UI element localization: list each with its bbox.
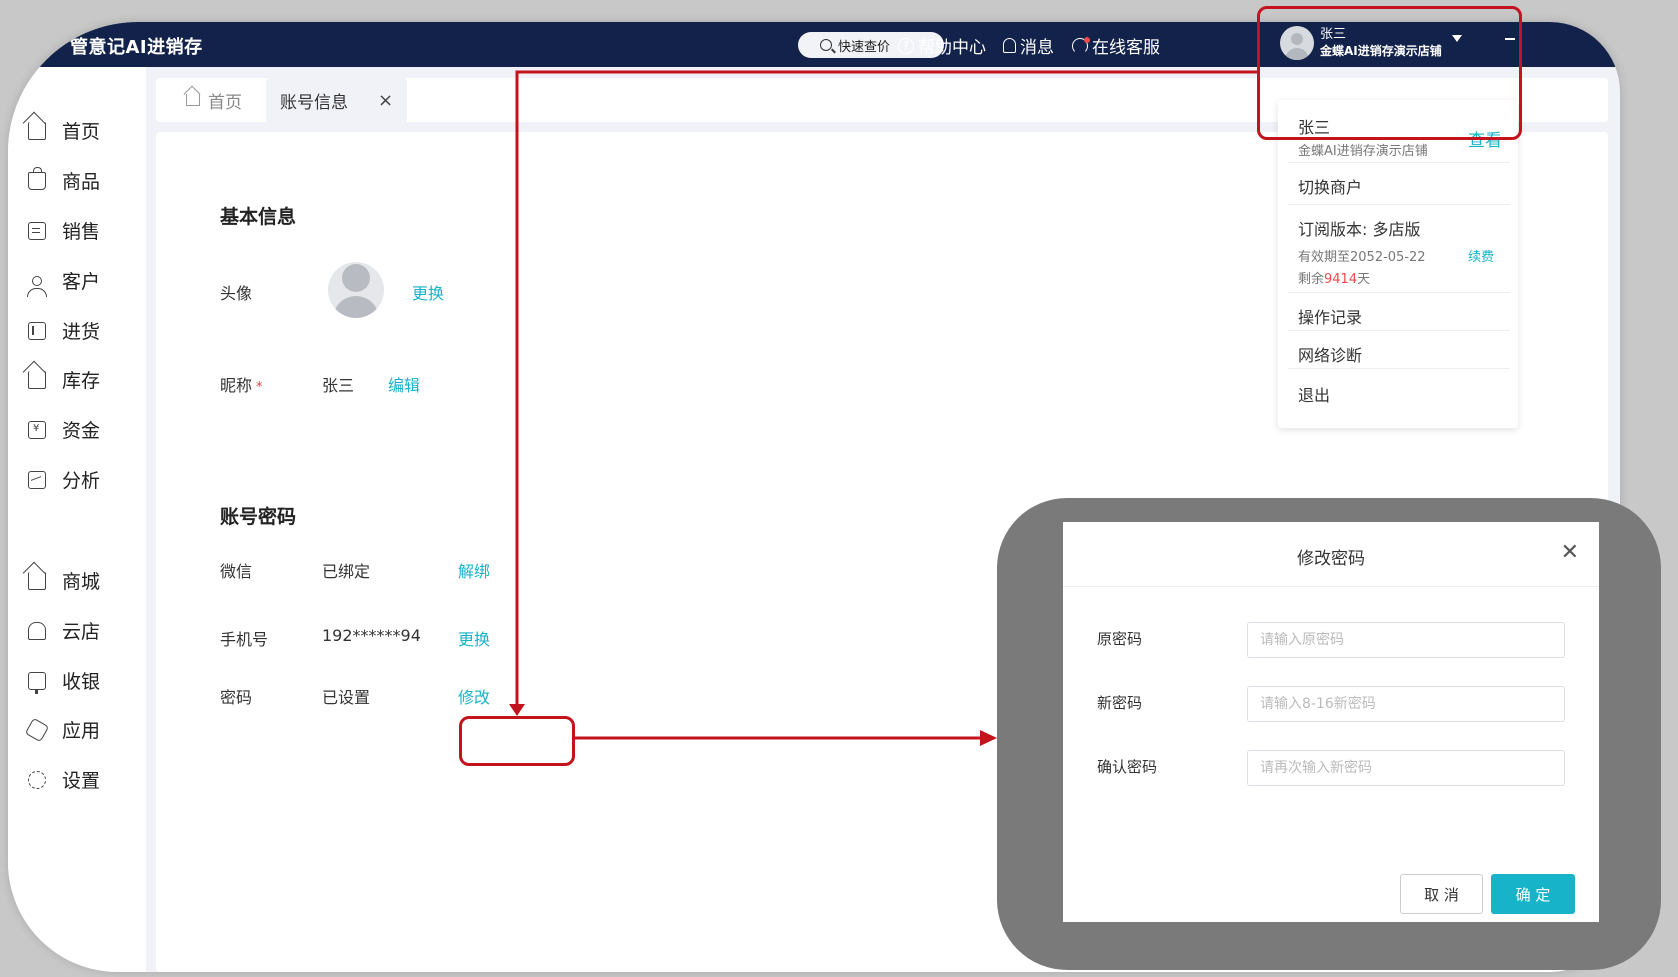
arrow-head-down — [509, 704, 525, 716]
annotation-arrows — [509, 70, 1257, 746]
arrow-head-right — [980, 730, 997, 746]
arrow-path-down — [515, 70, 1257, 709]
